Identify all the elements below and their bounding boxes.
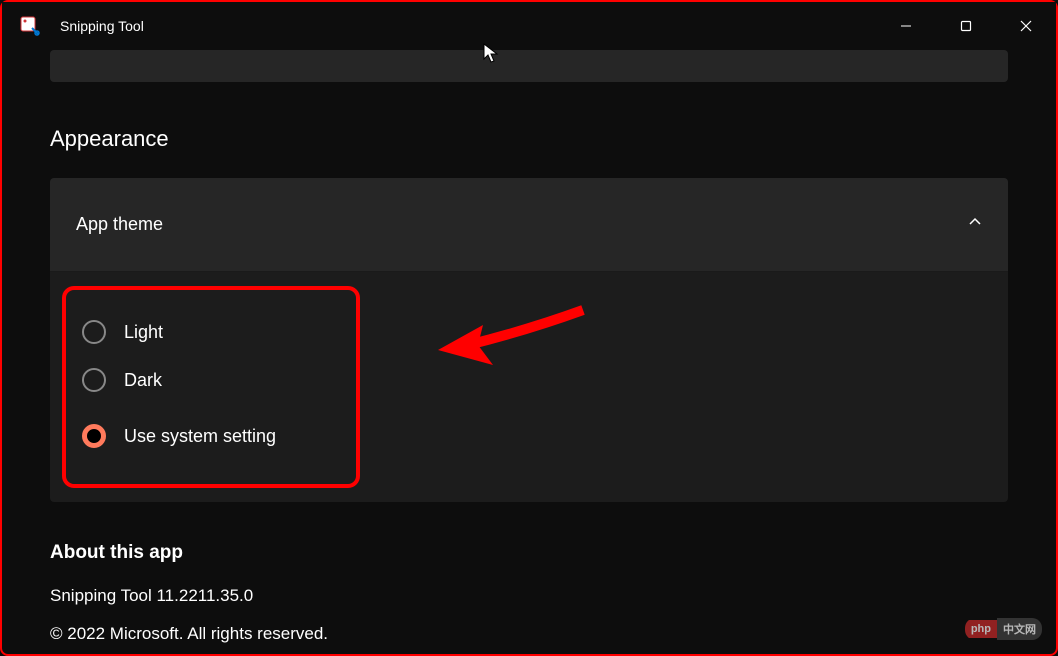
radio-icon xyxy=(82,320,106,344)
about-section: About this app Snipping Tool 11.2211.35.… xyxy=(50,542,1008,644)
radio-label: Dark xyxy=(124,370,162,391)
annotation-arrow-icon xyxy=(428,300,588,385)
annotation-highlight-box: Light Dark Use system setting xyxy=(62,286,360,488)
titlebar: Snipping Tool xyxy=(2,2,1056,50)
theme-option-light[interactable]: Light xyxy=(80,308,342,356)
app-theme-label: App theme xyxy=(76,214,163,235)
chevron-up-icon xyxy=(968,215,982,234)
watermark-right: 中文网 xyxy=(997,618,1042,640)
appearance-heading: Appearance xyxy=(50,126,1008,152)
window-controls xyxy=(876,2,1056,50)
radio-icon xyxy=(82,368,106,392)
window-title: Snipping Tool xyxy=(60,18,144,34)
about-version: Snipping Tool 11.2211.35.0 xyxy=(50,586,1008,606)
maximize-button[interactable] xyxy=(936,2,996,50)
app-theme-expander-body: Light Dark Use system setting xyxy=(50,272,1008,502)
radio-label: Light xyxy=(124,322,163,343)
prior-setting-card[interactable] xyxy=(50,50,1008,82)
watermark: php 中文网 xyxy=(965,618,1042,640)
watermark-left: php xyxy=(965,620,997,638)
radio-icon-selected xyxy=(82,424,106,448)
radio-label: Use system setting xyxy=(124,426,276,447)
theme-option-dark[interactable]: Dark xyxy=(80,356,342,404)
app-icon xyxy=(20,16,40,36)
settings-content: Appearance App theme Light Dark Use syst… xyxy=(2,50,1056,644)
about-copyright: © 2022 Microsoft. All rights reserved. xyxy=(50,624,1008,644)
theme-option-system[interactable]: Use system setting xyxy=(80,412,342,460)
app-theme-expander-header[interactable]: App theme xyxy=(50,178,1008,272)
minimize-button[interactable] xyxy=(876,2,936,50)
about-heading: About this app xyxy=(50,542,1008,564)
close-button[interactable] xyxy=(996,2,1056,50)
